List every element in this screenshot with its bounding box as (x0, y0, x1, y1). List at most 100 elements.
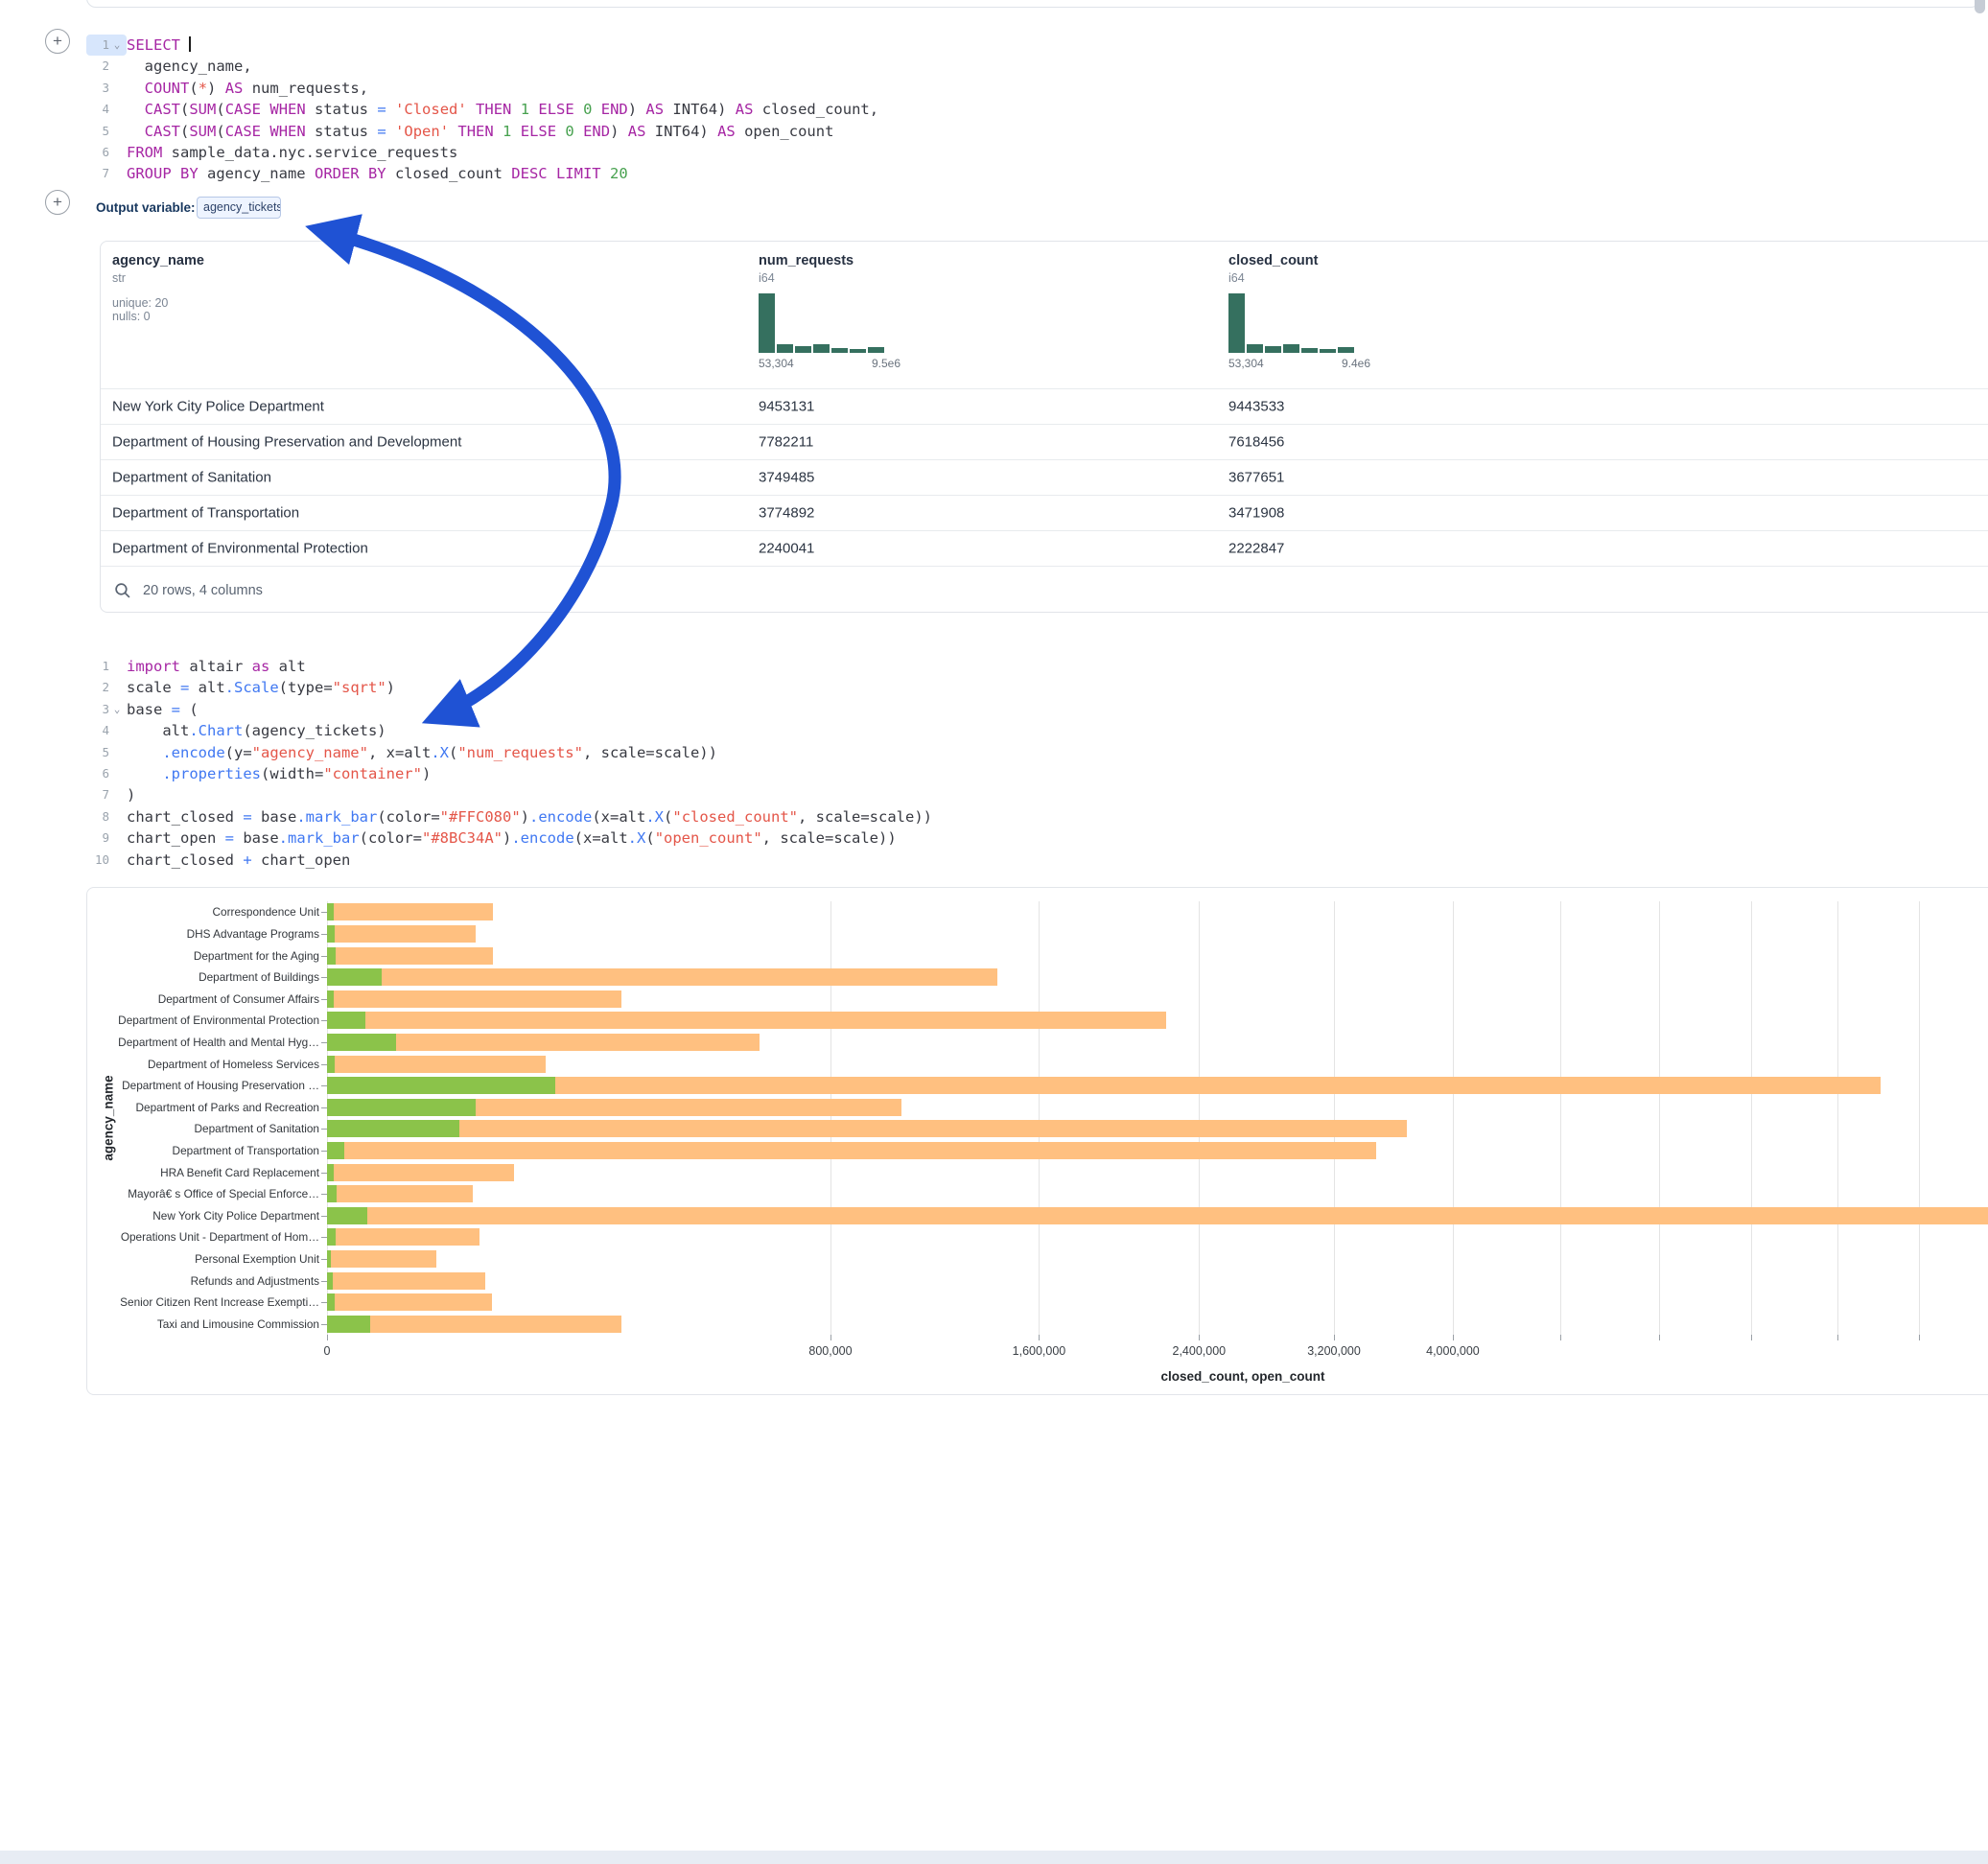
code-line[interactable]: 6 FROM sample_data.nyc.service_requests (86, 142, 878, 163)
gridline (1039, 901, 1040, 1335)
code-line[interactable]: 5 CAST(SUM(CASE WHEN status = 'Open' THE… (86, 121, 878, 142)
add-cell-button-middle[interactable]: + (45, 190, 70, 215)
gridline (1751, 901, 1752, 1335)
bar-closed (327, 903, 493, 920)
line-number: 6 (86, 142, 109, 163)
bar-open (327, 1056, 335, 1073)
y-axis-label: Department of Transportation (86, 1144, 319, 1157)
code-line[interactable]: 6 .properties(width="container") (86, 763, 932, 784)
code-token: COUNT (145, 80, 190, 97)
code-text: .encode(y="agency_name", x=alt.X("num_re… (127, 742, 717, 763)
code-token: closed_count (386, 165, 512, 182)
code-token: THEN (457, 123, 493, 140)
code-token: sample_data.nyc.service_requests (162, 144, 457, 161)
code-token: "sqrt" (333, 679, 386, 696)
code-token: AS (717, 123, 736, 140)
code-line[interactable]: 1import altair as alt (86, 656, 932, 677)
range-max: 9.5e6 (872, 357, 900, 370)
code-token: = (377, 123, 386, 140)
result-table-card: agency_name str unique: 20 nulls: 0 num_… (100, 241, 1988, 613)
code-text: alt.Chart(agency_tickets) (127, 720, 386, 741)
bar-open (327, 1272, 333, 1290)
code-token: SUM (189, 123, 216, 140)
code-token: ( (180, 123, 189, 140)
code-token: CASE (225, 123, 261, 140)
code-line[interactable]: 2scale = alt.Scale(type="sqrt") (86, 677, 932, 698)
bar-closed (327, 1142, 1376, 1159)
histogram-bar (795, 346, 811, 353)
y-axis-label: Department of Homeless Services (86, 1058, 319, 1071)
code-line[interactable]: 2 agency_name, (86, 56, 878, 77)
bar-closed (327, 990, 621, 1008)
scrollbar-thumb[interactable] (1975, 0, 1985, 13)
table-cell: 3749485 (759, 470, 814, 486)
notebook-canvas: + + 1⌄SELECT 2 agency_name,3 COUNT(*) AS… (0, 0, 1988, 1864)
code-token: 'Closed' (395, 101, 467, 118)
code-token: base (127, 701, 172, 718)
y-axis-label: Taxi and Limousine Commission (86, 1317, 319, 1331)
code-line[interactable]: 1⌄SELECT (86, 35, 878, 56)
code-line[interactable]: 7GROUP BY agency_name ORDER BY closed_co… (86, 163, 878, 184)
code-token: FROM (127, 144, 162, 161)
gridline (1453, 901, 1454, 1335)
code-line[interactable]: 9chart_open = base.mark_bar(color="#8BC3… (86, 827, 932, 849)
y-axis-label: Personal Exemption Unit (86, 1252, 319, 1266)
code-token: ( (180, 101, 189, 118)
column-meta-nulls: nulls: 0 (112, 310, 419, 323)
code-line[interactable]: 3⌄base = ( (86, 699, 932, 720)
search-icon[interactable] (114, 582, 130, 598)
code-token: (x=alt (592, 808, 645, 826)
code-token: .encode (529, 808, 592, 826)
add-cell-button-top[interactable]: + (45, 29, 70, 54)
code-text: agency_name, (127, 56, 252, 77)
histogram-bar (1320, 349, 1336, 353)
y-axis-label: Department of Parks and Recreation (86, 1101, 319, 1114)
sql-code-editor[interactable]: 1⌄SELECT 2 agency_name,3 COUNT(*) AS num… (86, 35, 878, 185)
code-token: INT64) (645, 123, 717, 140)
code-token: "closed_count" (672, 808, 798, 826)
code-line[interactable]: 10chart_closed + chart_open (86, 850, 932, 871)
output-variable-chip[interactable]: agency_tickets (197, 197, 281, 219)
python-code-editor[interactable]: 1import altair as alt2scale = alt.Scale(… (86, 656, 932, 871)
fold-chevron-icon[interactable]: ⌄ (109, 699, 125, 720)
bar-closed (327, 968, 997, 986)
line-gutter: 5 (86, 121, 127, 142)
table-cell: 3774892 (759, 505, 814, 522)
code-line[interactable]: 4 CAST(SUM(CASE WHEN status = 'Closed' T… (86, 99, 878, 120)
code-token: (width= (261, 765, 323, 782)
y-axis-label: Department of Housing Preservation … (86, 1079, 319, 1092)
code-token: as (252, 658, 270, 675)
column-header-agency-name[interactable]: agency_name str unique: 20 nulls: 0 (112, 242, 419, 323)
code-line[interactable]: 5 .encode(y="agency_name", x=alt.X("num_… (86, 742, 932, 763)
column-header-num-requests[interactable]: num_requests i64 53,304 9.5e6 (759, 242, 1065, 370)
column-header-closed-count[interactable]: closed_count i64 53,304 9.4e6 (1228, 242, 1535, 370)
line-gutter: 6 (86, 142, 127, 163)
code-token: THEN (476, 101, 511, 118)
table-cell: 9443533 (1228, 399, 1284, 415)
bar-open (327, 1250, 331, 1268)
code-line[interactable]: 4 alt.Chart(agency_tickets) (86, 720, 932, 741)
code-token: alt (269, 658, 305, 675)
code-token (548, 165, 556, 182)
line-number: 7 (86, 163, 109, 184)
bar-open (327, 1316, 370, 1333)
code-line[interactable]: 8chart_closed = base.mark_bar(color="#FF… (86, 806, 932, 827)
bar-closed (327, 925, 476, 943)
bar-open (327, 1034, 396, 1051)
code-token: base (234, 829, 279, 847)
bar-closed (327, 1316, 621, 1333)
bar-open (327, 1142, 344, 1159)
code-token (261, 123, 269, 140)
code-line[interactable]: 3 COUNT(*) AS num_requests, (86, 78, 878, 99)
code-token (449, 123, 457, 140)
code-token: altair (180, 658, 252, 675)
code-line[interactable]: 7) (86, 784, 932, 805)
fold-chevron-icon[interactable]: ⌄ (109, 35, 125, 56)
code-text: base = ( (127, 699, 199, 720)
code-token: agency_name, (127, 58, 252, 75)
histogram-bar (1338, 347, 1354, 353)
x-axis-tick (830, 1335, 831, 1340)
x-axis-tick-label: 0 (324, 1344, 331, 1358)
y-axis-label: Correspondence Unit (86, 905, 319, 919)
code-token: agency_name (199, 165, 315, 182)
